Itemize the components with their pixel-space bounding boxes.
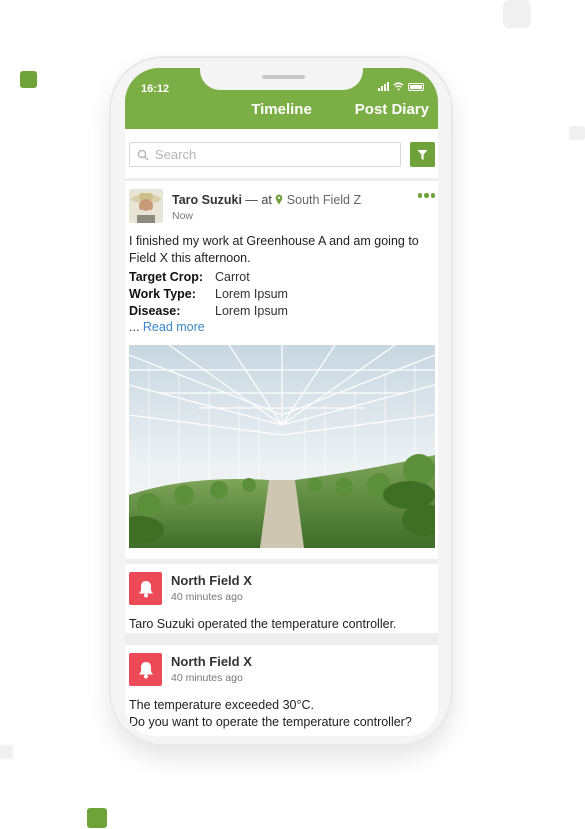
field-value: Carrot xyxy=(215,270,250,284)
field-label: Disease: xyxy=(129,304,181,318)
search-icon xyxy=(137,149,149,160)
decor-square xyxy=(503,0,531,28)
at-label: — at xyxy=(245,193,272,207)
search-input[interactable] xyxy=(155,147,375,162)
more-dots-icon[interactable] xyxy=(417,193,435,198)
field-target-crop: Target Crop: Carrot xyxy=(129,269,288,286)
notification-title: North Field X xyxy=(171,573,252,588)
filter-button[interactable] xyxy=(410,142,435,167)
phone-notch xyxy=(200,68,363,90)
signal-icon xyxy=(378,82,389,91)
post-timestamp: Now xyxy=(172,210,194,222)
status-time: 16:12 xyxy=(141,83,170,95)
decor-square xyxy=(0,745,13,759)
post-text: I finished my work at Greenhouse A and a… xyxy=(129,234,419,265)
notification-text: The temperature exceeded 30°C. Do you wa… xyxy=(129,697,438,731)
battery-icon xyxy=(408,82,424,91)
read-more-row: ... Read more xyxy=(129,320,205,334)
decor-square xyxy=(20,71,37,88)
phone-speaker xyxy=(262,75,305,79)
avatar[interactable] xyxy=(129,189,163,223)
location-link[interactable]: South Field Z xyxy=(287,193,361,207)
notification-line: The temperature exceeded 30°C. xyxy=(129,698,314,712)
field-work-type: Work Type: Lorem Ipsum xyxy=(129,286,288,303)
location-pin-icon xyxy=(275,194,283,205)
ellipsis: ... xyxy=(129,320,140,334)
notification-card[interactable]: North Field X 40 minutes ago The tempera… xyxy=(125,645,438,736)
field-disease: Disease: Lorem Ipsum xyxy=(129,303,288,320)
greenhouse-photo[interactable] xyxy=(129,345,435,548)
field-label: Target Crop: xyxy=(129,270,204,284)
notification-time: 40 minutes ago xyxy=(171,672,243,684)
post-author-line: Taro Suzuki — at South Field Z xyxy=(172,193,361,207)
post-fields: Target Crop: Carrot Work Type: Lorem Ips… xyxy=(129,269,288,320)
search-field[interactable] xyxy=(129,142,401,167)
field-value: Lorem Ipsum xyxy=(215,304,288,318)
bell-icon xyxy=(129,653,162,686)
decor-square xyxy=(569,126,585,140)
notification-time: 40 minutes ago xyxy=(171,591,243,603)
search-bar xyxy=(125,129,438,178)
notification-line: Taro Suzuki operated the temperature con… xyxy=(129,617,397,631)
notification-card[interactable]: North Field X 40 minutes ago Taro Suzuki… xyxy=(125,564,438,633)
decor-square xyxy=(87,808,107,828)
read-more-link[interactable]: Read more xyxy=(143,320,205,334)
field-value: Lorem Ipsum xyxy=(215,287,288,301)
status-icons xyxy=(378,82,424,91)
diary-post: Taro Suzuki — at South Field Z Now I fin… xyxy=(125,181,438,559)
notification-text: Taro Suzuki operated the temperature con… xyxy=(129,616,438,633)
notification-title: North Field X xyxy=(171,654,252,669)
author-name[interactable]: Taro Suzuki xyxy=(172,193,242,207)
bell-icon xyxy=(129,572,162,605)
field-label: Work Type: xyxy=(129,287,196,301)
app-header: 16:12 Timeline Post Diary xyxy=(125,68,438,129)
post-diary-button[interactable]: Post Diary xyxy=(355,101,429,118)
notification-line: Do you want to operate the temperature c… xyxy=(129,715,412,729)
phone-screen: 16:12 Timeline Post Diary Search Taro Su… xyxy=(125,68,438,736)
filter-icon xyxy=(417,149,428,160)
wifi-icon xyxy=(393,82,404,91)
